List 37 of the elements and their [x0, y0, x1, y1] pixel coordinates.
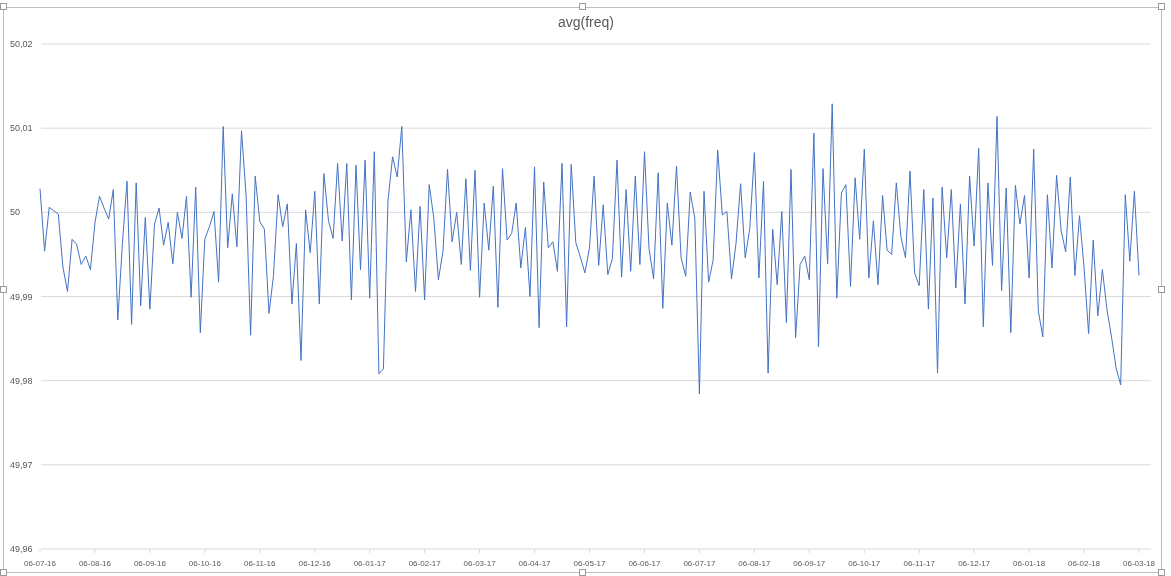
x-axis-label: 06-10-16 [188, 559, 221, 568]
chart-title: avg(freq) [558, 14, 614, 30]
x-axis-label: 06-08-16 [78, 559, 111, 568]
resize-handle[interactable] [1158, 286, 1165, 293]
y-axis-label: 49,99 [10, 291, 33, 302]
x-axis-label: 06-10-17 [848, 559, 881, 568]
y-axis-label: 49,97 [10, 459, 33, 470]
x-axis-label: 06-01-17 [353, 559, 386, 568]
resize-handle[interactable] [1158, 569, 1165, 576]
x-axis-label: 06-06-17 [628, 559, 661, 568]
x-axis-label: 06-12-17 [958, 559, 991, 568]
resize-handle[interactable] [0, 3, 7, 10]
y-axis-label: 50,02 [10, 39, 33, 49]
resize-handle[interactable] [579, 3, 586, 10]
y-axis-label: 49,96 [10, 544, 33, 554]
x-axis-label: 06-03-17 [463, 559, 496, 568]
x-axis-label: 06-11-17 [903, 559, 935, 568]
x-axis-label: 06-04-17 [518, 559, 551, 568]
resize-handle[interactable] [579, 569, 586, 576]
x-axis-label: 06-12-16 [298, 559, 331, 568]
x-axis-label: 06-08-17 [738, 559, 771, 568]
y-axis-label: 50,01 [10, 123, 33, 134]
x-axis-label: 06-02-17 [408, 559, 441, 568]
x-axis-label: 06-03-18 [1123, 559, 1155, 568]
x-axis-label: 06-09-16 [133, 559, 166, 568]
resize-handle[interactable] [0, 286, 7, 293]
resize-handle[interactable] [0, 569, 7, 576]
y-axis-label: 49,98 [10, 375, 33, 386]
x-axis-label: 06-07-17 [683, 559, 716, 568]
x-axis-label: 06-05-17 [573, 559, 606, 568]
x-axis-label: 06-02-18 [1068, 559, 1101, 568]
y-axis-label: 50 [10, 207, 20, 218]
resize-handle[interactable] [1158, 3, 1165, 10]
x-axis-label: 06-07-16 [24, 559, 56, 568]
x-axis-label: 06-01-18 [1013, 559, 1046, 568]
x-axis-label: 06-09-17 [793, 559, 826, 568]
x-axis-label: 06-11-16 [244, 559, 276, 568]
